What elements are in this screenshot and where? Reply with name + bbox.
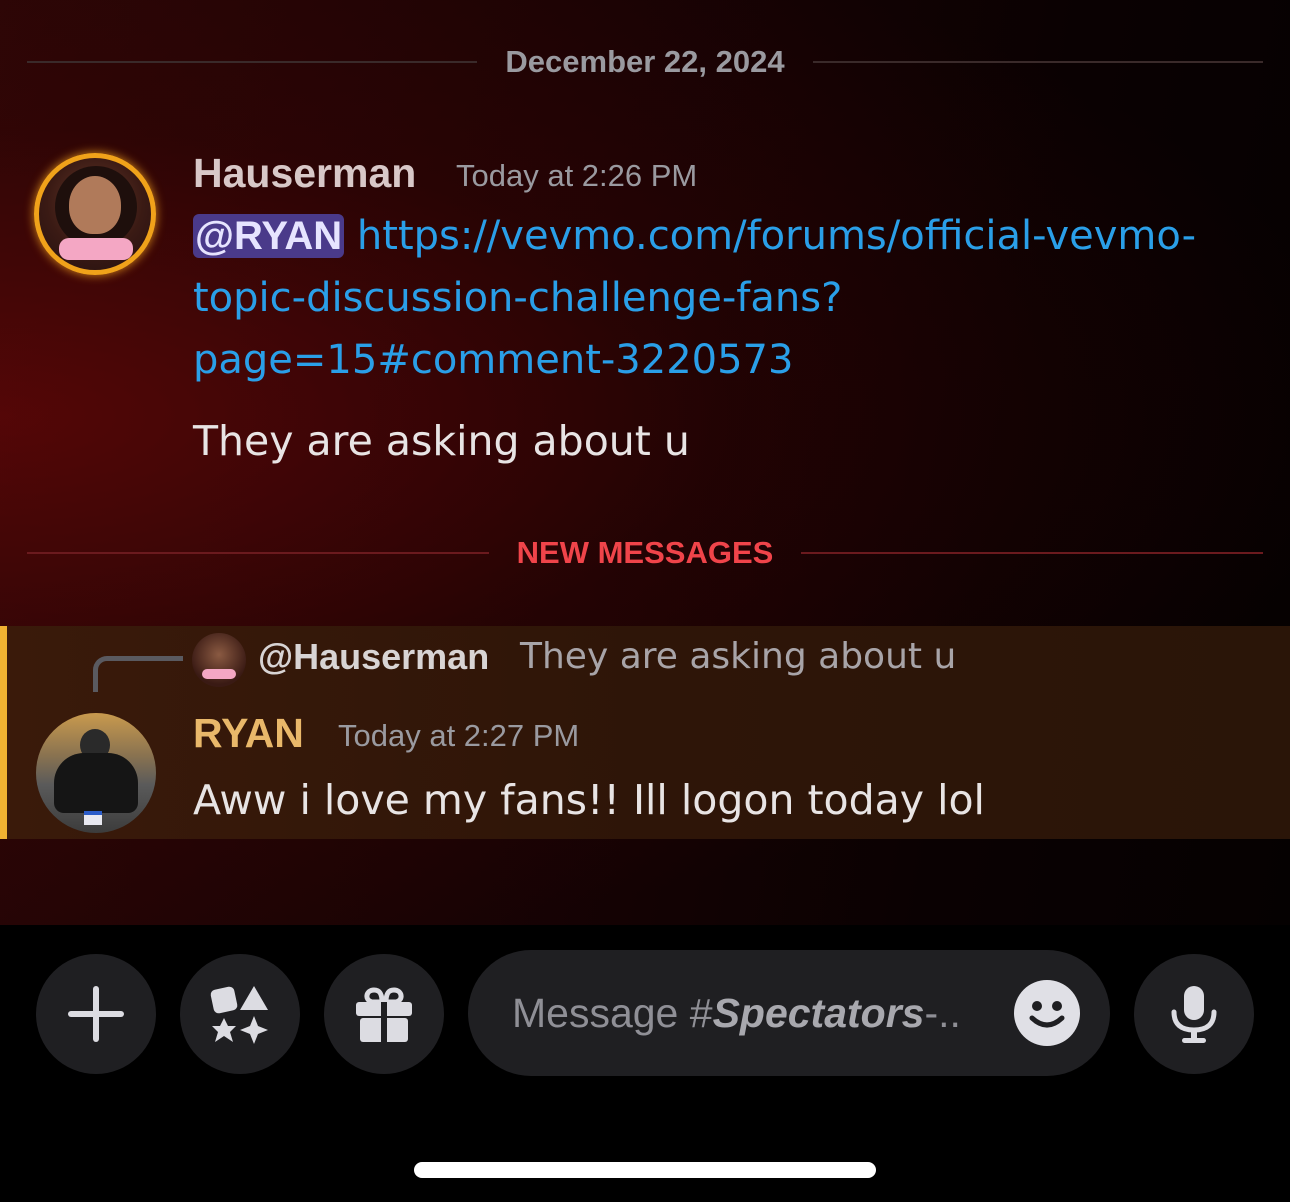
mention-highlight-bar [0,626,7,839]
link-line[interactable]: page=15#comment-3220573 [193,337,793,383]
divider-line [27,552,489,554]
message-list[interactable]: December 22, 2024 Hauserman Today at 2:2… [0,0,1290,925]
message-input[interactable]: Message #Spectators-.. [468,950,1110,1076]
voice-message-button[interactable] [1134,954,1254,1074]
plus-button[interactable] [36,954,156,1074]
placeholder-suffix: -.. [924,990,961,1036]
emoji-icon [1029,1001,1065,1028]
link-line[interactable]: https://vevmo.com/forums/official-vevmo- [357,213,1196,259]
avatar-top [59,238,133,260]
message-link[interactable]: https://vevmo.com/forums/official-vevmo-… [193,213,1196,383]
avatar[interactable] [34,153,156,275]
message-text: They are asking about u [193,417,690,465]
reply-connector [93,656,183,692]
link-line[interactable]: topic-discussion-challenge-fans? [193,275,842,321]
divider-line [812,61,1264,63]
placeholder-prefix: Message # [512,990,713,1036]
user-mention[interactable]: @RYAN [193,214,345,258]
home-indicator[interactable] [414,1162,876,1178]
avatar-top [202,669,236,679]
avatar-body [54,753,138,813]
reply-preview-text[interactable]: They are asking about u [520,636,956,677]
reply-author[interactable]: @Hauserman [258,636,489,678]
new-messages-label: NEW MESSAGES [516,535,774,570]
emoji-button[interactable] [1014,980,1080,1046]
message-input-placeholder: Message #Spectators-.. [512,990,1002,1037]
date-divider: December 22, 2024 [27,42,1264,82]
message-timestamp: Today at 2:27 PM [338,718,580,753]
gift-icon [356,987,412,1042]
message-author[interactable]: Hauserman [193,150,416,197]
message-author[interactable]: RYAN [193,710,304,757]
avatar-box [84,811,102,825]
date-label: December 22, 2024 [505,44,785,79]
chat-screen: December 22, 2024 Hauserman Today at 2:2… [0,0,1290,1202]
divider-line [801,552,1263,554]
message-timestamp: Today at 2:26 PM [456,158,698,193]
divider-line [27,61,478,63]
microphone-icon [1171,986,1217,1043]
new-messages-divider: NEW MESSAGES [27,533,1263,573]
message-content: @RYAN https://vevmo.com/forums/official-… [193,205,1263,391]
placeholder-channel: Spectators [712,990,925,1036]
avatar-face [69,176,121,234]
apps-icon [210,986,268,1044]
reply-avatar [192,633,246,687]
message-text: Aww i love my fans!! Ill logon today lol [193,776,985,824]
gift-button[interactable] [324,954,444,1074]
plus-icon [68,986,124,1042]
apps-button[interactable] [180,954,300,1074]
avatar[interactable] [36,713,156,833]
